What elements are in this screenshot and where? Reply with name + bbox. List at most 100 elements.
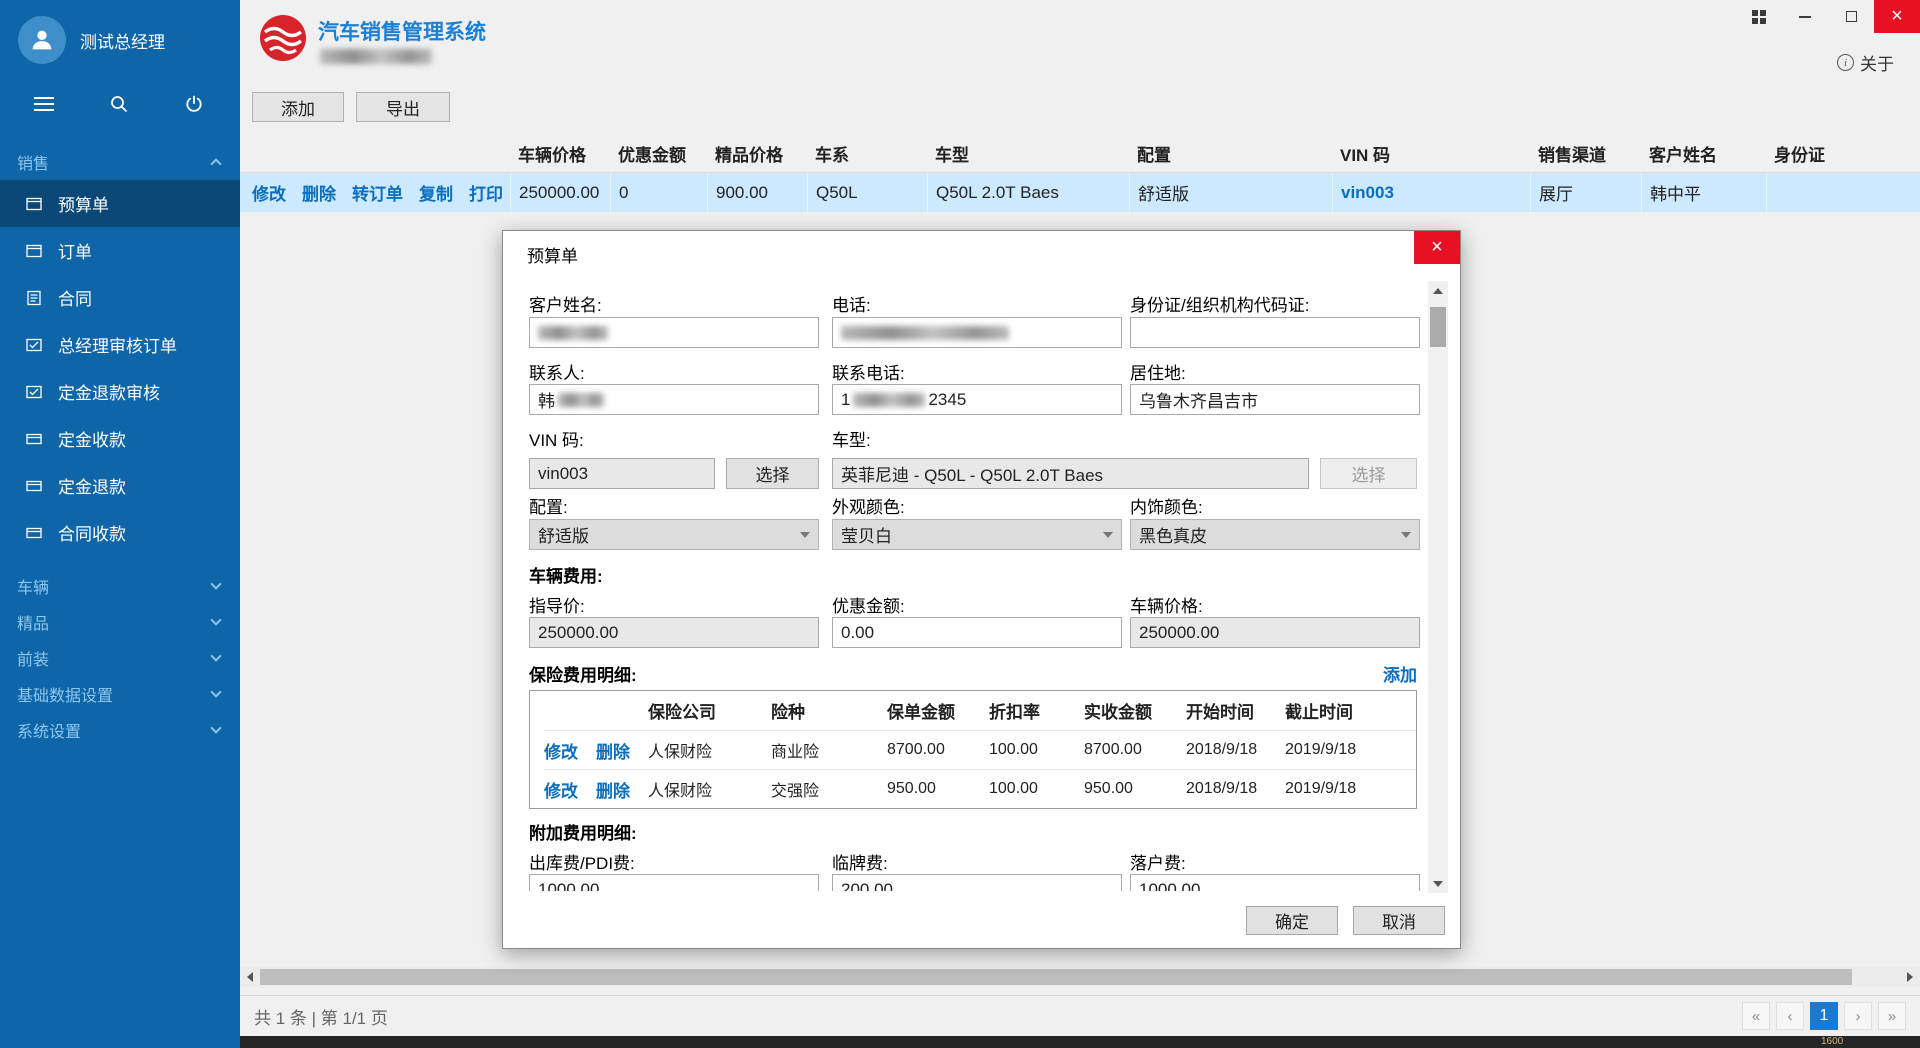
table-row[interactable]: 修改 删除 转订单 复制 打印 250000.00 0 900.00 Q50L …	[240, 173, 1920, 212]
last-page-button[interactable]: »	[1878, 1002, 1906, 1030]
gm-review-icon	[26, 337, 42, 353]
logout-button[interactable]	[180, 90, 208, 118]
scroll-left-button[interactable]	[240, 967, 260, 987]
chevron-down-icon	[210, 614, 221, 625]
prev-page-button[interactable]: ‹	[1776, 1002, 1804, 1030]
dialog-close-button[interactable]: ×	[1414, 231, 1460, 264]
ins-delete-link[interactable]: 删除	[596, 782, 630, 801]
config-select[interactable]: 舒适版	[529, 519, 819, 550]
pagination: « ‹ 1 › »	[1742, 1002, 1906, 1030]
ok-button[interactable]: 确定	[1246, 906, 1338, 935]
vin-link[interactable]: vin003	[1341, 183, 1394, 203]
vin-select-button[interactable]: 选择	[726, 458, 819, 489]
vehicle-price-field[interactable]: 250000.00	[1130, 617, 1420, 648]
nav-section-base-data[interactable]: 基础数据设置	[0, 676, 240, 712]
sidebar-item-gm-review-order[interactable]: 总经理审核订单	[0, 321, 240, 368]
contact-phone-label: 联系电话:	[832, 359, 905, 384]
redacted-subtitle	[320, 49, 432, 64]
registration-fee-field[interactable]: 1000.00	[1130, 874, 1420, 891]
sidebar-item-deposit-refund-review[interactable]: 定金退款审核	[0, 368, 240, 415]
sidebar-item-label: 定金退款审核	[58, 379, 160, 404]
sidebar-item-label: 定金收款	[58, 426, 126, 451]
ins-end: 2019/9/18	[1285, 780, 1416, 798]
insurance-add-link[interactable]: 添加	[1383, 661, 1417, 686]
menu-toggle-button[interactable]	[30, 90, 58, 118]
model-field[interactable]: 英菲尼迪 - Q50L - Q50L 2.0T Baes	[832, 458, 1309, 489]
next-page-button[interactable]: ›	[1844, 1002, 1872, 1030]
sidebar-item-contract-collect[interactable]: 合同收款	[0, 509, 240, 556]
budget-icon	[26, 196, 42, 212]
scrollbar-thumb[interactable]	[1430, 307, 1446, 347]
column-header: 精品价格	[707, 141, 807, 166]
interior-color-select[interactable]: 黑色真皮	[1130, 519, 1420, 550]
column-header: 销售渠道	[1530, 141, 1641, 166]
ins-amount: 950.00	[887, 780, 989, 798]
add-button[interactable]: 添加	[252, 92, 344, 122]
nav-section-boutique[interactable]: 精品	[0, 604, 240, 640]
guide-price-field[interactable]: 250000.00	[529, 617, 819, 648]
close-button[interactable]: ×	[1874, 0, 1920, 33]
column-header: 配置	[1129, 141, 1332, 166]
app-grid-button[interactable]	[1736, 0, 1782, 33]
copy-link[interactable]: 复制	[419, 180, 453, 205]
scroll-down-button[interactable]	[1428, 874, 1448, 893]
first-page-button[interactable]: «	[1742, 1002, 1770, 1030]
horizontal-scrollbar[interactable]	[240, 967, 1920, 987]
model-select-button[interactable]: 选择	[1320, 458, 1417, 489]
about-label: 关于	[1860, 50, 1894, 75]
nav-section-sales[interactable]: 销售	[0, 144, 240, 180]
scroll-right-button[interactable]	[1900, 967, 1920, 987]
search-button[interactable]	[105, 90, 133, 118]
sidebar-item-order[interactable]: 订单	[0, 227, 240, 274]
phone-field[interactable]	[832, 317, 1122, 348]
ins-column-header: 保险公司	[648, 698, 771, 723]
sidebar-item-deposit-collect[interactable]: 定金收款	[0, 415, 240, 462]
sidebar-item-label: 定金退款	[58, 473, 126, 498]
about-button[interactable]: i 关于	[1837, 50, 1894, 75]
dialog-title: 预算单	[527, 242, 578, 267]
scroll-up-button[interactable]	[1428, 281, 1448, 300]
nav-section-vehicle[interactable]: 车辆	[0, 568, 240, 604]
customer-name-field[interactable]	[529, 317, 819, 348]
bottom-overlay-strip: 1600	[240, 1036, 1920, 1048]
user-profile[interactable]: 测试总经理	[0, 0, 240, 64]
nav-section-preinstall[interactable]: 前装	[0, 640, 240, 676]
discount-field[interactable]: 0.00	[832, 617, 1122, 648]
contact-field[interactable]: 韩	[529, 384, 819, 415]
temp-plate-fee-field[interactable]: 200.00	[832, 874, 1122, 891]
edit-link[interactable]: 修改	[252, 180, 286, 205]
pdi-fee-field[interactable]: 1000.00	[529, 874, 819, 891]
scrollbar-thumb[interactable]	[260, 969, 1852, 985]
sidebar-item-deposit-refund[interactable]: 定金退款	[0, 462, 240, 509]
maximize-button[interactable]	[1828, 0, 1874, 33]
to-order-link[interactable]: 转订单	[352, 180, 403, 205]
ins-amount: 8700.00	[887, 741, 989, 759]
print-link[interactable]: 打印	[469, 180, 503, 205]
column-header: 客户姓名	[1641, 141, 1766, 166]
nav-section-base-data-label: 基础数据设置	[17, 682, 113, 706]
cancel-button[interactable]: 取消	[1353, 906, 1445, 935]
minimize-button[interactable]	[1782, 0, 1828, 33]
exterior-color-select[interactable]: 莹贝白	[832, 519, 1122, 550]
ins-edit-link[interactable]: 修改	[544, 782, 578, 801]
vin-label: VIN 码:	[529, 426, 584, 451]
residence-field[interactable]: 乌鲁木齐昌吉市	[1130, 384, 1420, 415]
id-cert-field[interactable]	[1130, 317, 1420, 348]
insurance-header-row: 保险公司 险种 保单金额 折扣率 实收金额 开始时间 截止时间	[544, 691, 1416, 730]
interior-color-value: 黑色真皮	[1139, 522, 1207, 547]
export-button[interactable]: 导出	[356, 92, 450, 122]
vin-field[interactable]: vin003	[529, 458, 715, 489]
current-page-button[interactable]: 1	[1810, 1002, 1838, 1030]
nav-section-system[interactable]: 系统设置	[0, 712, 240, 748]
ins-edit-link[interactable]: 修改	[544, 743, 578, 762]
ins-delete-link[interactable]: 删除	[596, 743, 630, 762]
sidebar-item-label: 订单	[58, 238, 92, 263]
dialog-form: 客户姓名: 电话: 身份证/组织机构代码证: 联系人: 联系电话: 居住地: 韩…	[503, 276, 1428, 891]
contact-phone-field[interactable]: 12345	[832, 384, 1122, 415]
sidebar-item-contract[interactable]: 合同	[0, 274, 240, 321]
exterior-color-label: 外观颜色:	[832, 493, 905, 518]
delete-link[interactable]: 删除	[302, 180, 336, 205]
row-actions: 修改 删除 转订单 复制 打印	[240, 173, 510, 212]
sidebar-item-budget[interactable]: 预算单	[0, 180, 240, 227]
dialog-scrollbar[interactable]	[1428, 281, 1448, 893]
